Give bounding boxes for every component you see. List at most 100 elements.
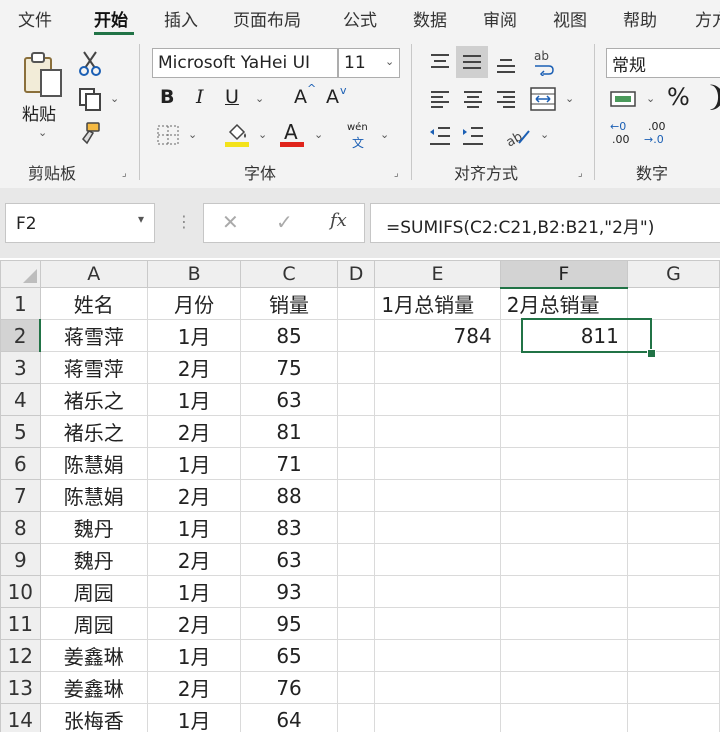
cell-e9[interactable] — [374, 543, 501, 576]
cell-d2[interactable] — [336, 319, 376, 352]
cell-a10[interactable]: 周园 — [39, 575, 148, 608]
tab-help[interactable]: 帮助 — [623, 6, 657, 31]
cell-d9[interactable] — [336, 543, 376, 576]
name-box-dropdown-icon[interactable]: ▾ — [138, 212, 144, 226]
cell-d13[interactable] — [336, 671, 376, 704]
decrease-decimal-button[interactable]: .00 →.0 — [642, 120, 672, 150]
cell-g14[interactable] — [626, 703, 720, 732]
cell-c8[interactable]: 83 — [240, 511, 338, 544]
percent-button[interactable]: % — [667, 83, 690, 111]
cell-g3[interactable] — [626, 351, 720, 384]
formula-input[interactable]: =SUMIFS(C2:C21,B2:B21,"2月") — [370, 203, 720, 243]
cell-g4[interactable] — [626, 383, 720, 416]
font-name-combo[interactable]: Microsoft YaHei UI — [152, 48, 338, 78]
cell-e8[interactable] — [374, 511, 501, 544]
column-header-f[interactable]: F — [499, 260, 628, 289]
cell-e4[interactable] — [374, 383, 501, 416]
cell-d12[interactable] — [336, 639, 376, 672]
cell-g1[interactable] — [626, 287, 720, 320]
comma-style-icon[interactable]: ❩ — [705, 80, 720, 113]
cell-b3[interactable]: 2月 — [146, 351, 242, 384]
tab-file[interactable]: 文件 — [18, 6, 52, 31]
cell-b7[interactable]: 2月 — [146, 479, 242, 512]
fill-handle[interactable] — [647, 349, 656, 358]
cell-d11[interactable] — [336, 607, 376, 640]
column-header-b[interactable]: B — [146, 260, 242, 288]
cell-a11[interactable]: 周园 — [39, 607, 148, 640]
cell-d3[interactable] — [336, 351, 376, 384]
increase-decimal-button[interactable]: ←0 .00 — [608, 120, 638, 150]
phonetic-top[interactable]: wén — [347, 122, 368, 133]
cell-d4[interactable] — [336, 383, 376, 416]
cell-b8[interactable]: 1月 — [146, 511, 242, 544]
wrap-text-icon[interactable]: ab — [530, 48, 558, 76]
enter-icon[interactable]: ✓ — [276, 210, 293, 234]
cell-c1[interactable]: 销量 — [240, 287, 338, 320]
cell-a6[interactable]: 陈慧娟 — [39, 447, 148, 480]
paste-dropdown-icon[interactable]: ⌄ — [38, 126, 47, 139]
tab-fangfang[interactable]: 方方 — [695, 6, 720, 31]
cell-g8[interactable] — [626, 511, 720, 544]
phonetic-dropdown-icon[interactable]: ⌄ — [380, 128, 389, 141]
cell-c9[interactable]: 63 — [240, 543, 338, 576]
tab-review[interactable]: 审阅 — [483, 6, 517, 31]
cell-b14[interactable]: 1月 — [146, 703, 242, 732]
cell-f13[interactable] — [499, 671, 628, 704]
cell-a8[interactable]: 魏丹 — [39, 511, 148, 544]
orientation-dropdown-icon[interactable]: ⌄ — [540, 128, 549, 141]
alignment-launcher-icon[interactable]: ⌟ — [578, 168, 583, 179]
row-header[interactable]: 10 — [0, 575, 41, 608]
cell-b10[interactable]: 1月 — [146, 575, 242, 608]
cell-a12[interactable]: 姜鑫琳 — [39, 639, 148, 672]
borders-dropdown-icon[interactable]: ⌄ — [188, 128, 197, 141]
cell-a2[interactable]: 蒋雪萍 — [39, 319, 148, 352]
orientation-icon[interactable]: ab — [504, 122, 532, 150]
align-bottom-icon[interactable] — [492, 50, 520, 78]
cell-f8[interactable] — [499, 511, 628, 544]
cell-b12[interactable]: 1月 — [146, 639, 242, 672]
tab-page-layout[interactable]: 页面布局 — [233, 6, 301, 31]
cell-f14[interactable] — [499, 703, 628, 732]
cell-f9[interactable] — [499, 543, 628, 576]
align-center-icon[interactable] — [459, 86, 487, 114]
cell-g6[interactable] — [626, 447, 720, 480]
cell-e2[interactable]: 784 — [374, 319, 501, 352]
merge-dropdown-icon[interactable]: ⌄ — [565, 92, 574, 105]
row-header[interactable]: 6 — [0, 447, 41, 480]
cell-f6[interactable] — [499, 447, 628, 480]
cell-e1[interactable]: 1月总销量 — [374, 287, 501, 320]
cell-e13[interactable] — [374, 671, 501, 704]
clipboard-launcher-icon[interactable]: ⌟ — [122, 168, 127, 179]
row-header[interactable]: 5 — [0, 415, 41, 448]
cell-e7[interactable] — [374, 479, 501, 512]
cell-a3[interactable]: 蒋雪萍 — [39, 351, 148, 384]
cell-e12[interactable] — [374, 639, 501, 672]
row-header[interactable]: 13 — [0, 671, 41, 704]
row-header[interactable]: 1 — [0, 287, 41, 320]
cut-icon[interactable] — [78, 50, 102, 76]
cell-g7[interactable] — [626, 479, 720, 512]
cell-b5[interactable]: 2月 — [146, 415, 242, 448]
cell-a1[interactable]: 姓名 — [39, 287, 148, 320]
cell-a13[interactable]: 姜鑫琳 — [39, 671, 148, 704]
font-launcher-icon[interactable]: ⌟ — [394, 168, 399, 179]
cell-e5[interactable] — [374, 415, 501, 448]
cell-c3[interactable]: 75 — [240, 351, 338, 384]
cell-e6[interactable] — [374, 447, 501, 480]
cell-c12[interactable]: 65 — [240, 639, 338, 672]
cell-d10[interactable] — [336, 575, 376, 608]
chevron-down-icon[interactable]: ⌄ — [385, 55, 394, 68]
align-middle-icon[interactable] — [456, 46, 488, 78]
underline-dropdown-icon[interactable]: ⌄ — [255, 92, 264, 105]
row-header[interactable]: 12 — [0, 639, 41, 672]
cell-f5[interactable] — [499, 415, 628, 448]
align-left-icon[interactable] — [426, 86, 454, 114]
cell-e14[interactable] — [374, 703, 501, 732]
cell-g10[interactable] — [626, 575, 720, 608]
cell-f1[interactable]: 2月总销量 — [499, 287, 628, 320]
cell-c14[interactable]: 64 — [240, 703, 338, 732]
cell-f4[interactable] — [499, 383, 628, 416]
cell-g12[interactable] — [626, 639, 720, 672]
fill-color-icon[interactable] — [224, 120, 250, 148]
cell-d7[interactable] — [336, 479, 376, 512]
